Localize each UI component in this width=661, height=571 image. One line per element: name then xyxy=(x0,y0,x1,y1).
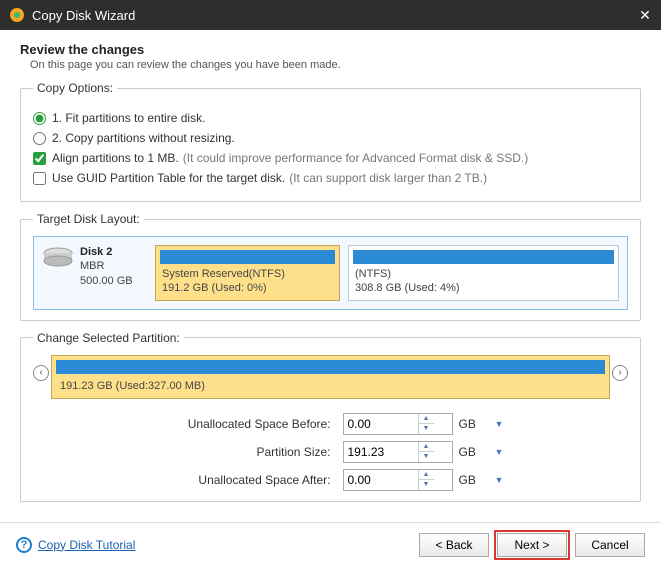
spinner-down-icon[interactable]: ▼ xyxy=(418,480,434,490)
copy-options-legend: Copy Options: xyxy=(33,81,117,95)
unit-gb: GB xyxy=(459,445,489,459)
disk-layout-box: Disk 2 MBR 500.00 GB System Reserved(NTF… xyxy=(33,236,628,310)
tutorial-link[interactable]: Copy Disk Tutorial xyxy=(38,538,135,552)
page-subtitle: On this page you can review the changes … xyxy=(30,59,641,71)
input-space-after[interactable] xyxy=(344,470,418,490)
selected-partition-detail: 191.23 GB (Used:327.00 MB) xyxy=(52,378,609,398)
spinner-up-icon[interactable]: ▲ xyxy=(418,414,434,425)
next-button[interactable]: Next > xyxy=(497,533,567,557)
cancel-button[interactable]: Cancel xyxy=(575,533,645,557)
chevron-right-icon: › xyxy=(618,367,621,378)
input-space-after-box: ▲▼ xyxy=(343,469,453,491)
checkbox-guid-hint: (It can support disk larger than 2 TB.) xyxy=(289,171,487,185)
disk-name: Disk 2 xyxy=(80,245,133,259)
partition-detail: 308.8 GB (Used: 4%) xyxy=(355,282,612,296)
label-space-after: Unallocated Space After: xyxy=(147,473,337,487)
unit-dropdown-icon[interactable]: ▼ xyxy=(495,447,515,457)
app-icon xyxy=(8,6,26,24)
disk-size: 500.00 GB xyxy=(80,274,133,288)
checkbox-guid[interactable] xyxy=(33,172,46,185)
checkbox-align[interactable] xyxy=(33,152,46,165)
back-button[interactable]: < Back xyxy=(419,533,489,557)
unit-gb: GB xyxy=(459,473,489,487)
unit-dropdown-icon[interactable]: ▼ xyxy=(495,419,515,429)
partition-title: (NTFS) xyxy=(355,268,612,282)
disk-icon xyxy=(42,245,74,301)
target-layout-legend: Target Disk Layout: xyxy=(33,212,144,226)
spinner-up-icon[interactable]: ▲ xyxy=(418,470,434,481)
help-icon: ? xyxy=(16,537,32,553)
input-partition-size[interactable] xyxy=(344,442,418,462)
label-space-before: Unallocated Space Before: xyxy=(147,417,337,431)
checkbox-guid-label: Use GUID Partition Table for the target … xyxy=(52,171,285,185)
checkbox-align-hint: (It could improve performance for Advanc… xyxy=(183,151,528,165)
titlebar: Copy Disk Wizard ✕ xyxy=(0,0,661,30)
radio-no-resize[interactable] xyxy=(33,132,46,145)
radio-fit-label: 1. Fit partitions to entire disk. xyxy=(52,111,205,125)
disk-type: MBR xyxy=(80,259,133,273)
page-title: Review the changes xyxy=(20,42,641,57)
chevron-left-icon: ‹ xyxy=(39,367,42,378)
partition-ntfs[interactable]: (NTFS) 308.8 GB (Used: 4%) xyxy=(348,245,619,301)
copy-options-group: Copy Options: 1. Fit partitions to entir… xyxy=(20,81,641,202)
checkbox-align-label: Align partitions to 1 MB. xyxy=(52,151,179,165)
change-partition-legend: Change Selected Partition: xyxy=(33,331,184,345)
radio-no-resize-label: 2. Copy partitions without resizing. xyxy=(52,131,235,145)
spinner-down-icon[interactable]: ▼ xyxy=(418,452,434,462)
change-partition-group: Change Selected Partition: ‹ 191.23 GB (… xyxy=(20,331,641,502)
move-right-button[interactable]: › xyxy=(612,365,628,381)
radio-fit-partitions[interactable] xyxy=(33,112,46,125)
window-title: Copy Disk Wizard xyxy=(32,8,637,23)
close-icon[interactable]: ✕ xyxy=(637,7,653,24)
move-left-button[interactable]: ‹ xyxy=(33,365,49,381)
disk-meta: Disk 2 MBR 500.00 GB xyxy=(80,245,133,301)
footer: ? Copy Disk Tutorial < Back Next > Cance… xyxy=(0,522,661,569)
selected-partition[interactable]: 191.23 GB (Used:327.00 MB) xyxy=(51,355,610,399)
input-space-before-box: ▲▼ xyxy=(343,413,453,435)
partition-detail: 191.2 GB (Used: 0%) xyxy=(162,282,333,296)
label-partition-size: Partition Size: xyxy=(147,445,337,459)
target-layout-group: Target Disk Layout: Disk 2 MBR 500.00 GB… xyxy=(20,212,641,321)
partition-system-reserved[interactable]: System Reserved(NTFS) 191.2 GB (Used: 0%… xyxy=(155,245,340,301)
unit-gb: GB xyxy=(459,417,489,431)
partition-title: System Reserved(NTFS) xyxy=(162,268,333,282)
page-header: Review the changes On this page you can … xyxy=(0,30,661,81)
unit-dropdown-icon[interactable]: ▼ xyxy=(495,475,515,485)
input-partition-size-box: ▲▼ xyxy=(343,441,453,463)
spinner-down-icon[interactable]: ▼ xyxy=(418,424,434,434)
input-space-before[interactable] xyxy=(344,414,418,434)
spinner-up-icon[interactable]: ▲ xyxy=(418,442,434,453)
